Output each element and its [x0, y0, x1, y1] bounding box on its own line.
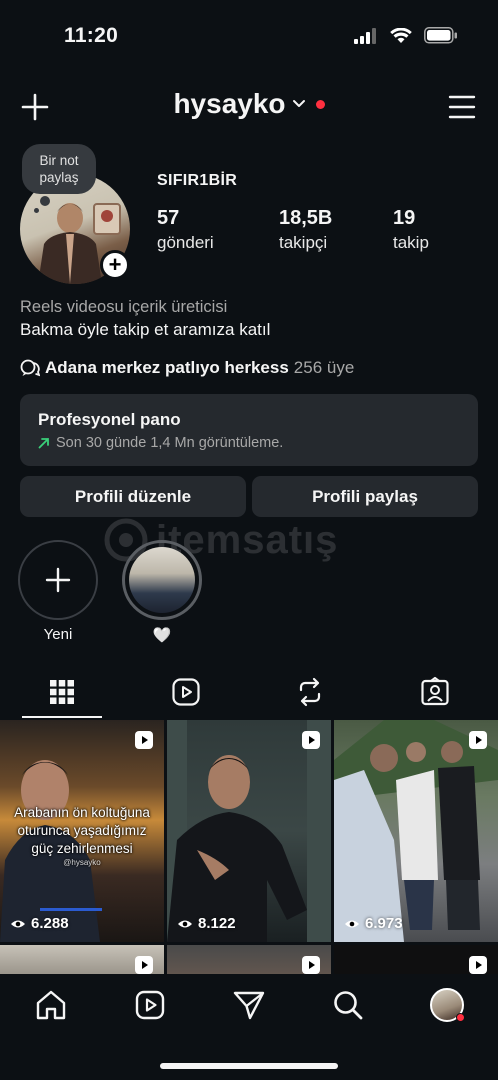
post-caption-1: Arabanın ön koltuğuna oturunca yaşadığım…	[6, 804, 158, 868]
status-time: 11:20	[64, 24, 119, 47]
chevron-down-icon	[292, 100, 305, 107]
channel-name: Adana merkez patlıyo herkess	[45, 358, 289, 377]
post-views-3: 6.973	[344, 915, 403, 932]
reels-nav-icon[interactable]	[133, 988, 167, 1022]
profile-bio: Bakma öyle takip et aramıza katıl	[20, 320, 271, 339]
header-username: hysayko	[173, 88, 286, 119]
stat-followers-count: 18,5B	[279, 207, 333, 229]
post-views-count: 8.122	[198, 915, 236, 932]
reels-tab-icon[interactable]	[170, 676, 202, 708]
dashboard-subtitle: Son 30 günde 1,4 Mn görüntüleme.	[56, 435, 284, 451]
eye-icon	[178, 920, 192, 927]
post-tile-3[interactable]: 6.973	[334, 720, 498, 942]
post-thumbnail-3	[334, 720, 498, 942]
stat-following-label: takip	[393, 233, 429, 252]
broadcast-channel-link[interactable]: Adana merkez patlıyo herkess 256 üye	[20, 358, 354, 378]
channel-members: 256 üye	[293, 358, 355, 377]
post-views-1: 6.288	[10, 915, 69, 932]
stat-posts-count: 57	[157, 207, 180, 229]
tagged-tab-icon[interactable]	[419, 676, 451, 708]
highlight-story[interactable]	[122, 540, 202, 620]
post-tile-2[interactable]: 8.122	[167, 720, 331, 942]
eye-icon	[11, 920, 25, 927]
new-highlight-button[interactable]	[18, 540, 98, 620]
stat-following[interactable]: 19 takip	[393, 207, 429, 253]
dashboard-title: Profesyonel pano	[38, 410, 181, 429]
post-views-count: 6.288	[31, 915, 69, 932]
plus-icon	[45, 567, 71, 593]
note-tail-small	[34, 208, 39, 213]
reel-icon	[302, 956, 320, 974]
post-views-2: 8.122	[177, 915, 236, 932]
post-caption-handle: @hysayko	[63, 858, 101, 867]
status-icons	[354, 27, 458, 44]
home-indicator[interactable]	[160, 1063, 338, 1069]
post-caption-text: Arabanın ön koltuğuna oturunca yaşadığım…	[14, 805, 150, 856]
active-tab-indicator	[22, 716, 102, 718]
highlight-label-new: Yeni	[43, 626, 73, 643]
account-switcher[interactable]: hysayko	[0, 88, 498, 120]
notification-dot	[315, 99, 325, 109]
edit-profile-button[interactable]: Profili düzenle	[20, 476, 246, 517]
reel-icon	[135, 956, 153, 974]
post-tile-1[interactable]: Arabanın ön koltuğuna oturunca yaşadığım…	[0, 720, 164, 942]
stat-posts-label: gönderi	[157, 233, 214, 252]
post-views-count: 6.973	[365, 915, 403, 932]
note-tail	[40, 196, 50, 206]
note-line-1: Bir not	[39, 153, 79, 168]
grid-tab-icon[interactable]	[46, 676, 78, 708]
stat-followers[interactable]: 18,5B takipçi	[279, 207, 332, 253]
reel-icon	[469, 731, 487, 749]
messages-send-icon[interactable]	[232, 988, 266, 1022]
professional-dashboard[interactable]: Profesyonel pano Son 30 günde 1,4 Mn gör…	[20, 394, 478, 466]
stat-posts[interactable]: 57 gönderi	[157, 207, 214, 253]
display-name: SIFIR1BİR	[157, 172, 238, 189]
stat-following-count: 19	[393, 207, 416, 229]
trend-arrow-icon	[38, 438, 49, 449]
reel-icon	[469, 956, 487, 974]
search-icon[interactable]	[331, 988, 365, 1022]
add-story-plus-icon[interactable]: +	[100, 250, 130, 280]
wifi-icon	[390, 27, 412, 43]
highlight-thumbnail	[129, 547, 195, 613]
reel-icon	[135, 731, 153, 749]
profile-notification-dot	[456, 1013, 465, 1022]
profile-category: Reels videosu içerik üreticisi	[20, 298, 228, 316]
battery-icon	[424, 27, 457, 44]
eye-icon	[345, 920, 359, 927]
reposts-tab-icon[interactable]	[294, 676, 326, 708]
share-note-bubble[interactable]: Bir not paylaş	[22, 144, 96, 194]
channel-chat-icon	[20, 359, 40, 377]
highlight-label-heart: 🤍	[152, 627, 172, 644]
cellular-signal-icon	[354, 27, 376, 44]
reel-icon	[302, 731, 320, 749]
share-profile-button[interactable]: Profili paylaş	[252, 476, 478, 517]
post-thumbnail-2	[167, 720, 331, 942]
home-icon[interactable]	[34, 988, 68, 1022]
note-line-2: paylaş	[39, 170, 79, 185]
hamburger-menu-icon[interactable]	[448, 94, 476, 120]
stat-followers-label: takipçi	[279, 233, 328, 252]
